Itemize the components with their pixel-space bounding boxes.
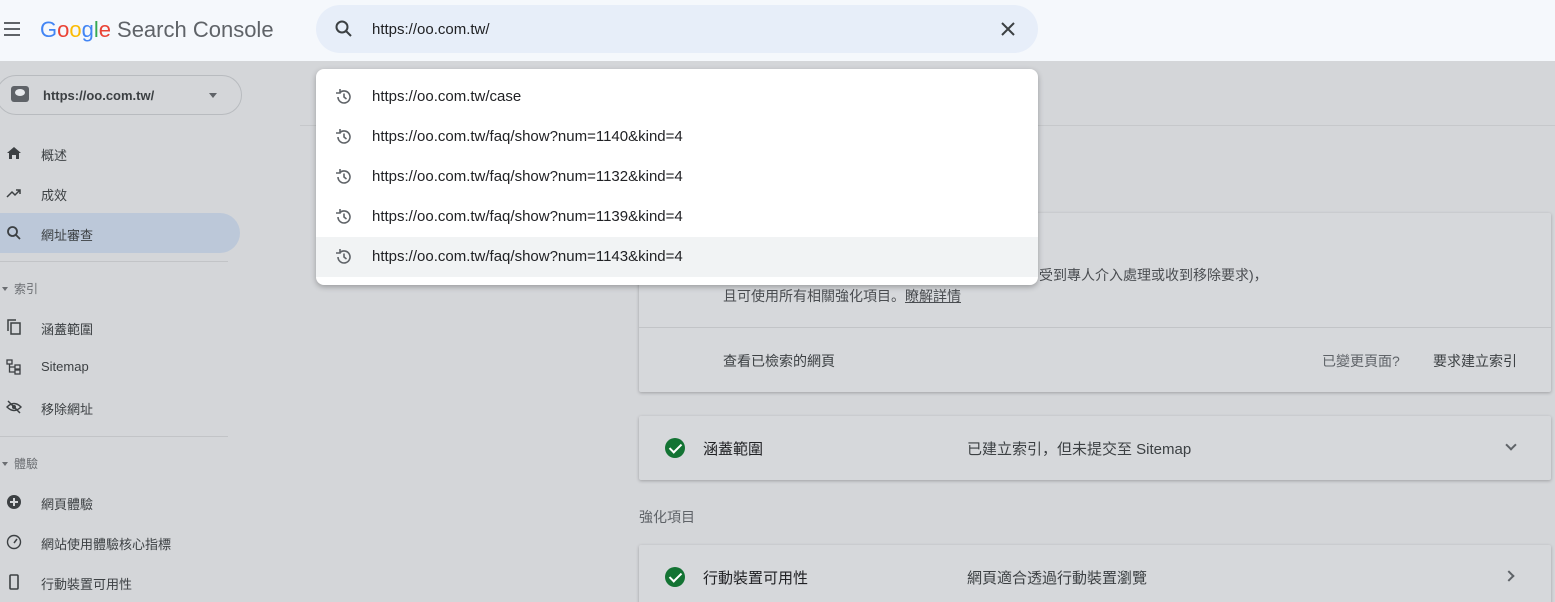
history-icon — [336, 89, 351, 104]
sidebar-divider — [0, 436, 228, 437]
suggestion-label: https://oo.com.tw/faq/show?num=1139&kind… — [372, 208, 683, 225]
suggestion-item[interactable]: https://oo.com.tw/faq/show?num=1132&kind… — [316, 157, 1038, 197]
status-text-line2-body: 且可使用所有相關強化項目。 — [723, 288, 905, 304]
logo-letter: o — [57, 17, 70, 42]
home-icon — [7, 147, 21, 159]
chevron-down-icon[interactable] — [1505, 439, 1517, 451]
sidebar-item-label: 移除網址 — [41, 402, 94, 417]
sidebar-item-sitemap[interactable]: Sitemap — [0, 347, 240, 387]
suggestion-item[interactable]: https://oo.com.tw/faq/show?num=1143&kind… — [316, 237, 1038, 277]
url-inspection-search[interactable] — [316, 5, 1038, 53]
card-divider — [639, 327, 1551, 328]
coverage-title: 涵蓋範圍 — [703, 441, 764, 458]
product-name: Search Console — [117, 17, 274, 42]
caret-down-icon — [209, 93, 217, 98]
search-icon[interactable] — [334, 19, 354, 39]
sidebar-section-index[interactable]: 索引 — [0, 280, 38, 297]
section-label: 體驗 — [14, 457, 39, 471]
suggestion-label: https://oo.com.tw/faq/show?num=1143&kind… — [372, 248, 683, 265]
chevron-right-icon[interactable] — [1503, 570, 1515, 582]
eye-off-icon — [6, 400, 22, 414]
phone-icon — [9, 574, 19, 590]
suggestion-item[interactable]: https://oo.com.tw/faq/show?num=1140&kind… — [316, 117, 1038, 157]
coverage-row[interactable]: 涵蓋範圍 已建立索引，但未提交至 Sitemap — [639, 416, 1551, 480]
check-circle-icon — [665, 438, 685, 458]
check-circle-icon — [665, 567, 685, 587]
history-icon — [336, 209, 351, 224]
sidebar-item-performance[interactable]: 成效 — [0, 173, 240, 213]
logo-letter: e — [98, 17, 112, 42]
sidebar-item-url-inspection[interactable]: 網址審查 — [0, 213, 240, 253]
mobile-usability-status: 網頁適合透過行動裝置瀏覽 — [967, 570, 1148, 587]
coverage-status: 已建立索引，但未提交至 Sitemap — [967, 441, 1192, 458]
sidebar-item-mobile-usability[interactable]: 行動裝置可用性 — [0, 562, 240, 602]
search-icon — [7, 226, 21, 240]
logo-letter: G — [40, 17, 58, 42]
sidebar-item-coverage[interactable]: 涵蓋範圍 — [0, 307, 240, 347]
page-changed-label: 已變更頁面? — [1322, 353, 1400, 369]
sidebar-section-experience[interactable]: 體驗 — [0, 455, 38, 472]
enhancements-heading: 強化項目 — [639, 509, 695, 525]
search-input[interactable] — [372, 17, 972, 41]
property-label: https://oo.com.tw/ — [43, 88, 155, 103]
sidebar-item-label: 網頁體驗 — [41, 497, 94, 512]
sidebar-item-label: 網址審查 — [41, 228, 94, 243]
caret-down-icon — [2, 461, 8, 466]
status-text-line1: 受到專人介入處理或收到移除要求)， — [1039, 267, 1268, 283]
logo-letter: g — [81, 17, 94, 42]
status-text-line2: 且可使用所有相關強化項目。瞭解詳情 — [723, 286, 961, 306]
section-label: 索引 — [14, 282, 39, 296]
caret-down-icon — [2, 286, 8, 291]
sidebar-item-label: 行動裝置可用性 — [41, 577, 133, 592]
sidebar-item-label: 網站使用體驗核心指標 — [41, 537, 172, 552]
sidebar-item-core-web-vitals[interactable]: 網站使用體驗核心指標 — [0, 522, 240, 562]
sidebar-item-label: 概述 — [41, 148, 68, 163]
close-icon[interactable] — [998, 19, 1018, 39]
copy-icon — [7, 319, 21, 335]
sidebar-item-label: 涵蓋範圍 — [41, 322, 94, 337]
sidebar-divider — [0, 261, 228, 262]
app-logo[interactable]: Google Search Console — [40, 17, 274, 43]
history-icon — [336, 129, 351, 144]
sidebar-item-removals[interactable]: 移除網址 — [0, 387, 240, 427]
logo-letter: o — [69, 17, 82, 42]
history-icon — [336, 249, 351, 264]
learn-more-link[interactable]: 瞭解詳情 — [905, 288, 961, 304]
mobile-usability-row[interactable]: 行動裝置可用性 網頁適合透過行動裝置瀏覽 — [639, 545, 1551, 602]
mobile-usability-title: 行動裝置可用性 — [703, 570, 809, 587]
app-header: Google Search Console — [0, 0, 1555, 61]
sidebar-item-label: 成效 — [41, 188, 68, 203]
view-crawled-page-button[interactable]: 查看已檢索的網頁 — [723, 351, 835, 371]
suggestion-label: https://oo.com.tw/faq/show?num=1140&kind… — [372, 128, 683, 145]
property-selector[interactable]: https://oo.com.tw/ — [0, 75, 242, 115]
menu-icon[interactable] — [4, 22, 20, 36]
suggestion-label: https://oo.com.tw/faq/show?num=1132&kind… — [372, 168, 683, 185]
suggestion-label: https://oo.com.tw/case — [372, 88, 522, 105]
suggestion-item[interactable]: https://oo.com.tw/case — [316, 77, 1038, 117]
site-favicon-icon — [11, 86, 29, 102]
search-suggestions: https://oo.com.tw/case https://oo.com.tw… — [316, 69, 1038, 285]
request-indexing-button[interactable]: 要求建立索引 — [1433, 351, 1517, 371]
history-icon — [336, 169, 351, 184]
sidebar-item-label: Sitemap — [41, 359, 89, 374]
sidebar-item-page-experience[interactable]: 網頁體驗 — [0, 482, 240, 522]
plus-circle-icon — [7, 495, 21, 509]
sitemap-icon — [6, 359, 21, 375]
speedometer-icon — [6, 534, 22, 550]
trending-up-icon — [6, 189, 21, 198]
suggestion-item[interactable]: https://oo.com.tw/faq/show?num=1139&kind… — [316, 197, 1038, 237]
sidebar-item-overview[interactable]: 概述 — [0, 133, 240, 173]
